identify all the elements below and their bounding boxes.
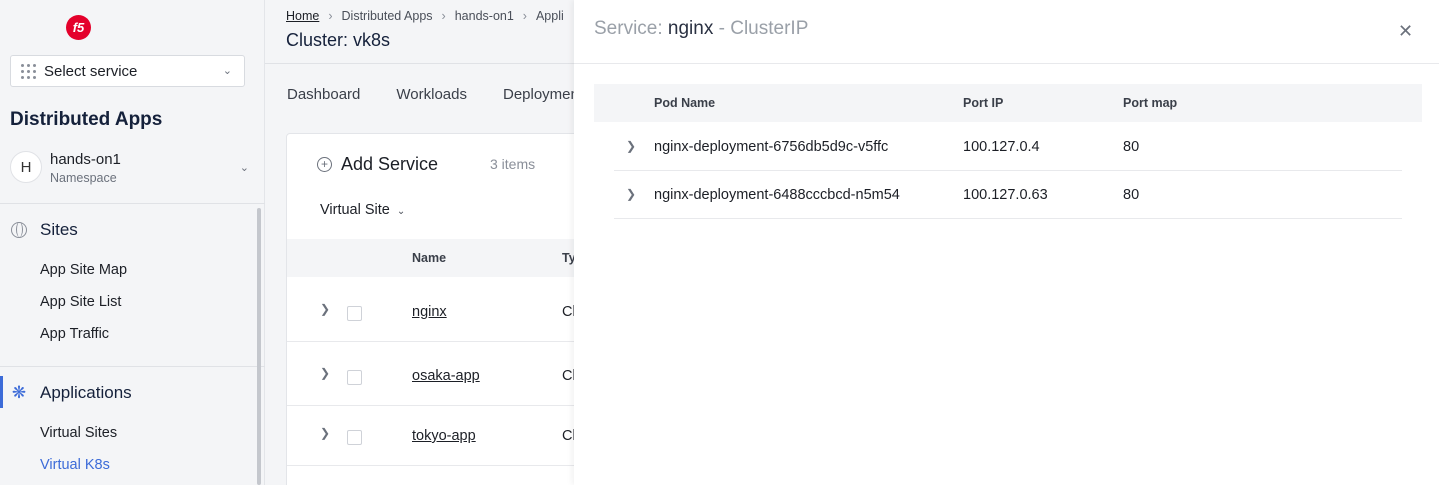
chevron-right-icon: ›	[441, 9, 446, 23]
sidebar-item-virtual-sites[interactable]: Virtual Sites	[40, 425, 117, 441]
sidebar-item-app-site-list[interactable]: App Site List	[40, 294, 121, 310]
column-header-port-map[interactable]: Port map	[1123, 96, 1177, 110]
column-header-port-ip[interactable]: Port IP	[963, 96, 1003, 110]
tab-deployments[interactable]: Deploymen	[503, 86, 579, 103]
pod-name: nginx-deployment-6488cccbcd-n5m54	[654, 187, 900, 203]
chevron-down-icon: ⌄	[239, 162, 249, 174]
chevron-right-icon[interactable]: ❯	[320, 302, 330, 316]
divider	[0, 203, 265, 204]
port-ip: 100.127.0.4	[963, 139, 1040, 155]
item-count: 3 items	[490, 156, 536, 172]
chevron-down-icon: ⌄	[396, 206, 406, 217]
namespace-name: hands-on1	[50, 151, 121, 168]
pods-table-header: Pod Name Port IP Port map	[594, 84, 1422, 122]
drawer-title-suffix: - ClusterIP	[718, 18, 809, 39]
sidebar-section-label: Sites	[40, 220, 78, 239]
active-indicator	[0, 376, 3, 408]
row-checkbox[interactable]	[347, 430, 362, 445]
globe-icon	[10, 221, 28, 239]
chevron-down-icon: ⌄	[222, 65, 232, 77]
virtual-site-filter[interactable]: Virtual Site ⌄	[320, 202, 405, 218]
sidebar: f5 Select service ⌄ Distributed Apps H h…	[0, 0, 265, 485]
service-name-link[interactable]: nginx	[412, 304, 447, 320]
chevron-right-icon: ›	[328, 9, 333, 23]
row-checkbox[interactable]	[347, 306, 362, 321]
grid-icon	[21, 63, 36, 79]
breadcrumb-home[interactable]: Home	[286, 9, 319, 23]
add-service-button[interactable]: + Add Service	[317, 154, 438, 175]
namespace-selector[interactable]: H hands-on1 Namespace ⌄	[10, 147, 255, 191]
namespace-label: Namespace	[50, 171, 117, 185]
chevron-right-icon[interactable]: ❯	[626, 187, 636, 201]
service-name-link[interactable]: tokyo-app	[412, 428, 476, 444]
tab-workloads[interactable]: Workloads	[396, 86, 467, 103]
breadcrumb-item[interactable]: Appli	[536, 9, 564, 23]
tab-dashboard[interactable]: Dashboard	[287, 86, 360, 103]
pod-name: nginx-deployment-6756db5d9c-v5ffc	[654, 139, 889, 155]
add-service-label: Add Service	[341, 154, 439, 174]
sidebar-section-applications[interactable]: ❋ Applications	[10, 383, 132, 403]
plus-circle-icon: +	[317, 157, 332, 172]
page-title: Cluster: vk8s	[286, 30, 391, 50]
sidebar-section-label: Applications	[40, 383, 132, 402]
table-row[interactable]: ❯ nginx-deployment-6756db5d9c-v5ffc 100.…	[614, 123, 1402, 171]
drawer-service-name: nginx	[667, 18, 714, 39]
f5-logo[interactable]: f5	[66, 15, 91, 40]
column-header-pod-name[interactable]: Pod Name	[654, 96, 715, 110]
filter-label: Virtual Site	[320, 202, 390, 218]
chevron-right-icon: ›	[522, 9, 527, 23]
divider	[574, 63, 1439, 64]
port-map: 80	[1123, 139, 1140, 155]
breadcrumb: Home › Distributed Apps › hands-on1 › Appli	[286, 9, 564, 23]
avatar: H	[10, 151, 42, 183]
sidebar-item-app-traffic[interactable]: App Traffic	[40, 326, 109, 342]
kubernetes-icon: ❋	[11, 383, 27, 402]
section-title: Distributed Apps	[10, 109, 163, 130]
select-service-dropdown[interactable]: Select service ⌄	[10, 55, 245, 87]
breadcrumb-item[interactable]: hands-on1	[455, 9, 514, 23]
divider	[0, 366, 265, 367]
sidebar-scrollbar[interactable]	[257, 208, 261, 485]
drawer-title: Service: nginx - ClusterIP	[594, 18, 808, 40]
sidebar-section-sites[interactable]: Sites	[10, 220, 78, 240]
drawer-title-prefix: Service:	[594, 18, 663, 39]
sidebar-item-app-site-map[interactable]: App Site Map	[40, 262, 127, 278]
chevron-right-icon[interactable]: ❯	[320, 426, 330, 440]
chevron-right-icon[interactable]: ❯	[626, 139, 636, 153]
port-ip: 100.127.0.63	[963, 187, 1048, 203]
breadcrumb-item[interactable]: Distributed Apps	[342, 9, 433, 23]
service-name-link[interactable]: osaka-app	[412, 368, 480, 384]
service-detail-drawer: Service: nginx - ClusterIP ✕ Pod Name Po…	[574, 0, 1439, 485]
select-service-label: Select service	[44, 62, 138, 80]
port-map: 80	[1123, 187, 1140, 203]
tab-bar: Dashboard Workloads Deploymen	[287, 86, 615, 103]
table-row[interactable]: ❯ nginx-deployment-6488cccbcd-n5m54 100.…	[614, 171, 1402, 219]
chevron-right-icon[interactable]: ❯	[320, 366, 330, 380]
close-icon[interactable]: ✕	[1398, 21, 1413, 42]
row-checkbox[interactable]	[347, 370, 362, 385]
sidebar-item-virtual-k8s[interactable]: Virtual K8s	[40, 457, 110, 473]
column-header-name[interactable]: Name	[412, 251, 446, 265]
